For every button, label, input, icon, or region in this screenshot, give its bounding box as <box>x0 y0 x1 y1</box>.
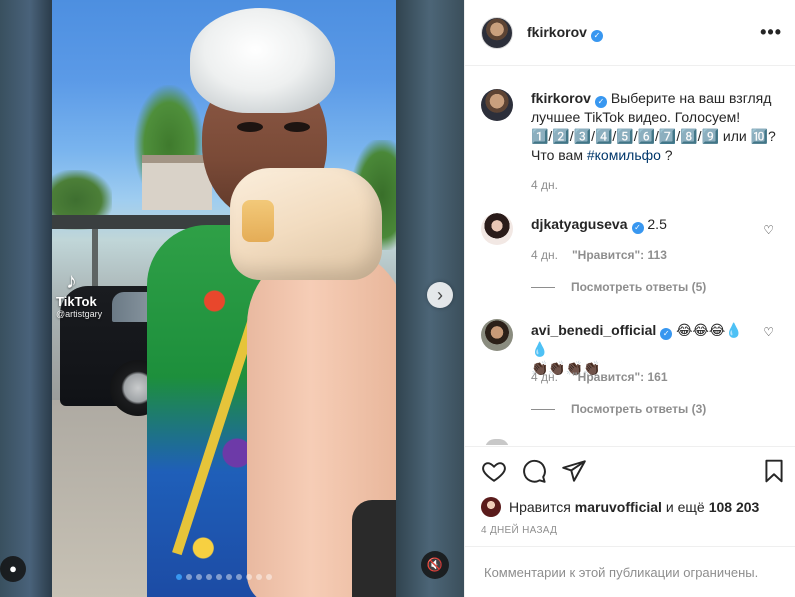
commenter-avatar-partial <box>485 439 509 445</box>
view-replies-button[interactable]: Посмотреть ответы (3) <box>531 402 706 416</box>
carousel-dot <box>266 574 272 580</box>
carousel-dot <box>206 574 212 580</box>
author-avatar[interactable] <box>481 89 513 121</box>
paper-plane-icon <box>562 459 586 482</box>
author-username[interactable]: fkirkorov <box>527 24 587 40</box>
verified-badge-icon: ✓ <box>660 328 673 340</box>
caption-line-3-prefix: Что вам <box>531 147 587 163</box>
commenter-avatar[interactable] <box>481 213 513 245</box>
author-avatar[interactable] <box>481 16 513 49</box>
replies-divider <box>531 408 555 410</box>
tiktok-brand: TikTok <box>56 294 97 309</box>
save-button[interactable] <box>759 457 789 487</box>
comment-row: djkatyaguseva ✓ 2.5 <box>481 213 780 245</box>
liker-avatar[interactable] <box>481 497 501 517</box>
tagged-users-button[interactable]: ● <box>0 556 26 582</box>
liked-by-middle: и ещё <box>665 499 705 515</box>
comment-body: 2.5 <box>647 216 667 232</box>
carousel-next-button[interactable]: › <box>427 282 453 308</box>
comments-restricted-notice: Комментарии к этой публикации ограничены… <box>465 546 795 597</box>
comment-time: 4 дн. <box>531 248 558 262</box>
tiktok-watermark: ♪ TikTok @artistgary <box>56 268 103 320</box>
caption-text: fkirkorov ✓ Выберите на ваш взгляд лучшее… <box>531 89 779 165</box>
comment-button[interactable] <box>519 457 549 487</box>
scene-eye <box>237 122 263 132</box>
verified-badge-icon: ✓ <box>590 29 603 42</box>
view-replies-label: Посмотреть ответы (3) <box>571 402 707 416</box>
heart-outline-icon <box>482 461 506 482</box>
like-button[interactable] <box>479 457 509 487</box>
scene-device-label <box>242 200 274 242</box>
scene-eye <box>284 122 310 132</box>
bookmark-icon <box>765 459 783 482</box>
tiktok-handle: @artistgary <box>56 309 103 319</box>
author-name-block: fkirkorov ✓ <box>527 24 603 42</box>
liked-by-summary: Нравится maruvofficial и ещё 108 203 <box>481 497 759 517</box>
comment-like-button[interactable]: ♡ <box>763 325 774 339</box>
caption-row: fkirkorov ✓ Выберите на ваш взгляд лучшее… <box>481 89 780 165</box>
scene-hair <box>190 8 335 113</box>
view-replies-button[interactable]: Посмотреть ответы (5) <box>531 280 706 294</box>
verified-badge-icon: ✓ <box>631 222 644 234</box>
commenter-username[interactable]: djkatyaguseva <box>531 216 628 232</box>
carousel-dot <box>186 574 192 580</box>
comment-time: 4 дн. <box>531 370 558 384</box>
caption-username[interactable]: fkirkorov <box>531 90 591 106</box>
liked-by-count[interactable]: 108 203 <box>709 499 760 515</box>
post-side-panel: fkirkorov ✓ ••• fkirkorov ✓ Выберите на ва… <box>464 0 795 597</box>
comment-meta: 4 дн. "Нравится": 113 <box>531 248 667 262</box>
commenter-username[interactable]: avi_benedi_official <box>531 322 656 338</box>
comment-likes-count[interactable]: "Нравится": 161 <box>572 370 668 384</box>
view-replies-label: Посмотреть ответы (5) <box>571 280 707 294</box>
user-icon: ● <box>9 561 17 576</box>
liked-by-username[interactable]: maruvofficial <box>575 499 662 515</box>
comments-list[interactable]: fkirkorov ✓ Выберите на ваш взгляд лучшее… <box>465 67 795 445</box>
heart-outline-icon: ♡ <box>763 325 774 339</box>
carousel-dot <box>176 574 182 580</box>
carousel-dot <box>216 574 222 580</box>
carousel-dot <box>256 574 262 580</box>
scene-house <box>142 155 212 210</box>
speaker-muted-icon: 🔇 <box>426 557 444 572</box>
post-header: fkirkorov ✓ ••• <box>465 0 795 66</box>
heart-outline-icon: ♡ <box>763 223 774 237</box>
carousel-dot <box>196 574 202 580</box>
comment-likes-count[interactable]: "Нравится": 113 <box>572 248 667 262</box>
mute-button[interactable]: 🔇 <box>421 551 449 579</box>
post-media[interactable]: ♪ TikTok @artistgary › ● 🔇 <box>0 0 464 597</box>
carousel-dot <box>246 574 252 580</box>
replies-divider <box>531 286 555 288</box>
more-options-button[interactable]: ••• <box>760 22 782 43</box>
verified-badge-icon: ✓ <box>594 96 607 108</box>
comment-text: djkatyaguseva ✓ 2.5 <box>531 213 667 245</box>
caption-line-3-suffix: ? <box>660 147 673 163</box>
carousel-indicator <box>176 574 272 580</box>
video-frame[interactable] <box>52 0 396 597</box>
caption-line-2: 1️⃣/2️⃣/3️⃣/4️⃣/5️⃣/6️⃣/7️⃣/8️⃣/9️⃣ или … <box>531 128 776 144</box>
comment-bubble-icon <box>523 459 546 483</box>
post-actions: Нравится maruvofficial и ещё 108 203 4 Д… <box>465 446 795 546</box>
commenter-avatar[interactable] <box>481 319 513 351</box>
caption-time: 4 дн. <box>531 178 558 192</box>
comment-like-button[interactable]: ♡ <box>763 223 774 237</box>
comment-meta: 4 дн. "Нравится": 161 <box>531 370 668 384</box>
share-button[interactable] <box>559 457 589 487</box>
post-date[interactable]: 4 ДНЕЙ НАЗАД <box>481 525 557 536</box>
tiktok-logo-icon: ♪ <box>66 268 77 293</box>
liked-by-prefix: Нравится <box>509 499 571 515</box>
carousel-dot <box>236 574 242 580</box>
scene-sleeve <box>352 500 396 597</box>
caption-hashtag-link[interactable]: #комильфо <box>587 147 661 163</box>
chevron-right-icon: › <box>437 285 443 305</box>
carousel-dot <box>226 574 232 580</box>
